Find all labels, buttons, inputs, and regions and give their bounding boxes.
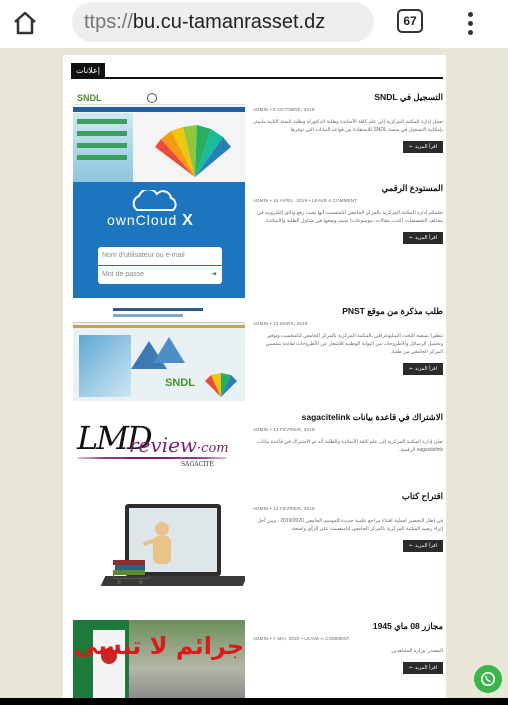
posts-column: إعلانات SNDL التسجيل في SNDL ADMIN • 5 O… — [63, 55, 446, 698]
post-thumbnail[interactable]: جرائم لا تنسى — [73, 620, 245, 698]
password-field: Mot de passe ➜ — [98, 266, 222, 284]
tab-switcher-button[interactable]: 67 — [397, 9, 423, 33]
post-content: التسجيل في SNDL ADMIN • 5 OCTOBRE, 2019 … — [253, 91, 443, 153]
post-title[interactable]: طلب مذكرة من موقع PNST — [253, 305, 443, 317]
color-fan-graphic — [155, 125, 231, 177]
sndl-logo: SNDL — [165, 377, 195, 389]
post-content: اقتراح كتاب ADMIN • 12 FÉVRIER, 2019 في … — [253, 490, 443, 552]
poster-caption: جرائم لا تنسى — [73, 632, 245, 660]
post-item: SNDL التسجيل في SNDL ADMIN • 5 OCTOBRE, … — [73, 91, 445, 191]
review-logo: review·com — [129, 433, 229, 457]
post-meta: ADMIN • 5 OCTOBRE, 2019 — [253, 107, 315, 112]
post-meta: ADMIN • 7 MAI, 2020 • LEAVE A COMMENT — [253, 636, 350, 641]
section-header-tag: إعلانات — [71, 63, 105, 79]
sagacite-label: SAGACITÉ — [181, 461, 214, 468]
post-excerpt: تعلن إدارة المكتبة المركزية إلى علم كافة… — [257, 439, 443, 453]
url-scheme: ttps:// — [84, 10, 133, 33]
post-excerpt: تعلمكم إدارة المكتبة المركزية بالمركز ال… — [257, 210, 443, 224]
post-item: جرائم لا تنسى مجازر 08 ماي 1945 ADMIN • … — [73, 620, 445, 698]
cloud-icon — [132, 190, 177, 211]
read-more-button[interactable]: اقرأ المزيد ← — [403, 662, 443, 674]
system-nav-bar — [0, 698, 508, 705]
post-item: LMD review·com SAGACITÉ الاشتراك في قاعد… — [73, 411, 445, 495]
read-more-button[interactable]: اقرأ المزيد ← — [403, 363, 443, 375]
read-more-button[interactable]: اقرأ المزيد ← — [403, 141, 443, 153]
post-title[interactable]: اقتراح كتاب — [253, 490, 443, 502]
post-content: مجازر 08 ماي 1945 ADMIN • 7 MAI, 2020 • … — [253, 620, 443, 674]
post-excerpt: المصدر: وزارة المجاهدين — [391, 648, 443, 654]
username-field: Nom d'utilisateur ou e-mail — [98, 247, 222, 265]
post-excerpt: تعمل إدارة المكتبة المركزية إلى علم كافة… — [253, 119, 443, 133]
post-thumbnail[interactable]: LMD review·com SAGACITÉ — [73, 411, 245, 495]
section-header: إعلانات — [71, 63, 443, 79]
browser-toolbar: ttps://bu.cu-tamanrasset.dz 67 — [0, 0, 508, 48]
post-content: طلب مذكرة من موقع PNST ADMIN • 23 MARS, … — [253, 305, 443, 375]
post-meta: ADMIN • 23 MARS, 2019 — [253, 321, 308, 326]
post-thumbnail[interactable]: SNDL — [73, 91, 245, 183]
post-title[interactable]: المستودع الرقمي — [253, 182, 443, 194]
post-excerpt: في إطار التحضير لعملية اقتناء مراجع علمي… — [257, 518, 443, 532]
post-meta: ADMIN • 13 FÉVRIER, 2019 — [253, 427, 315, 432]
post-thumbnail[interactable] — [73, 490, 245, 610]
overflow-menu-icon[interactable] — [460, 8, 480, 38]
post-meta: ADMIN • 16 AVRIL, 2019 • LEAVE A COMMENT — [253, 198, 358, 203]
post-excerpt: تنظيرا بمنصة البحث البيبليوغرافي بالمكتب… — [265, 333, 443, 355]
whatsapp-button[interactable] — [474, 665, 502, 693]
figure-head — [155, 522, 169, 536]
sndl-logo: SNDL — [77, 93, 102, 103]
post-thumbnail[interactable]: SNDL — [73, 305, 245, 401]
post-item: اقتراح كتاب ADMIN • 12 FÉVRIER, 2019 في … — [73, 490, 445, 610]
post-meta: ADMIN • 12 FÉVRIER, 2019 — [253, 506, 315, 511]
whatsapp-icon — [481, 672, 495, 686]
post-item: ownCloud X Nom d'utilisateur ou e-mail M… — [73, 182, 445, 298]
post-content: المستودع الرقمي ADMIN • 16 AVRIL, 2019 •… — [253, 182, 443, 244]
read-more-button[interactable]: اقرأ المزيد ← — [403, 540, 443, 552]
post-title[interactable]: التسجيل في SNDL — [253, 91, 443, 103]
post-thumbnail[interactable]: ownCloud X Nom d'utilisateur ou e-mail M… — [73, 182, 245, 298]
books-cart-icon — [113, 560, 151, 584]
post-item: SNDL طلب مذكرة من موقع PNST ADMIN • 23 M… — [73, 305, 445, 401]
emblem-icon — [147, 93, 157, 103]
url-host: bu.cu-tamanrasset.dz — [132, 10, 326, 33]
color-fan-graphic — [205, 373, 237, 397]
post-title[interactable]: مجازر 08 ماي 1945 — [253, 620, 443, 632]
home-icon[interactable] — [10, 8, 40, 38]
address-bar[interactable]: ttps://bu.cu-tamanrasset.dz — [72, 2, 374, 42]
read-more-button[interactable]: اقرأ المزيد ← — [403, 232, 443, 244]
post-content: الاشتراك في قاعدة بيانات sagacitelink AD… — [253, 411, 443, 454]
owncloud-logo: ownCloud X — [107, 212, 194, 229]
arrow-right-icon: ➜ — [211, 271, 217, 278]
post-title[interactable]: الاشتراك في قاعدة بيانات sagacitelink — [253, 411, 443, 423]
